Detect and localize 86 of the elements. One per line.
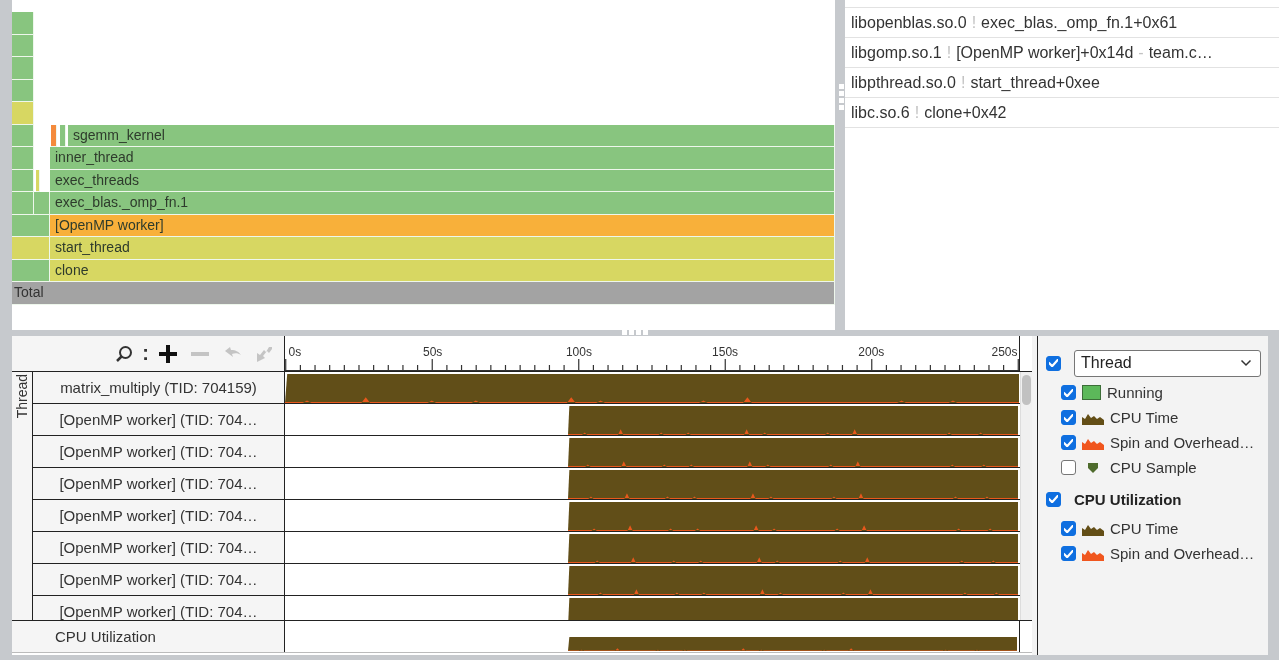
thread-name[interactable]: [OpenMP worker] (TID: 704… bbox=[59, 475, 258, 492]
function-name: clone+0x42 bbox=[924, 103, 1007, 122]
separator-mark: ! bbox=[946, 43, 952, 62]
flame-frame[interactable] bbox=[12, 12, 34, 35]
flame-frame[interactable] bbox=[12, 34, 34, 57]
flame-frame[interactable]: [OpenMP worker] bbox=[50, 214, 835, 237]
module-name: libpthread.so.0 bbox=[851, 73, 956, 92]
separator-mark: - bbox=[1138, 43, 1144, 62]
axis-label: 250s bbox=[991, 345, 1018, 359]
flame-frame[interactable]: sgemm_kernel bbox=[68, 124, 835, 147]
checkmark-icon bbox=[1064, 438, 1073, 447]
flame-frame[interactable] bbox=[36, 169, 40, 192]
flame-frame[interactable] bbox=[12, 192, 34, 215]
group-label: Thread bbox=[14, 373, 30, 421]
axis-label: 150s bbox=[712, 345, 739, 359]
legend-label: CPU Sample bbox=[1110, 459, 1197, 476]
flame-frame[interactable] bbox=[60, 124, 66, 147]
legend-heading: CPU Utilization bbox=[1074, 490, 1182, 508]
module-name: libopenblas.so.0 bbox=[851, 13, 967, 32]
checkbox[interactable] bbox=[1046, 491, 1061, 507]
zoom-in-icon[interactable] bbox=[158, 343, 178, 364]
checkbox[interactable] bbox=[1061, 435, 1076, 450]
flame-frame[interactable] bbox=[12, 79, 34, 102]
checkmark-icon bbox=[1049, 495, 1058, 503]
checkmark-icon bbox=[1049, 359, 1058, 367]
legend-label: Spin and Overhead… bbox=[1110, 434, 1255, 451]
checkbox[interactable] bbox=[1061, 546, 1076, 561]
legend-label: Running bbox=[1107, 384, 1163, 401]
flame-frame[interactable]: clone bbox=[50, 259, 835, 282]
legend-label: CPU Time bbox=[1110, 520, 1179, 537]
separator-mark: ! bbox=[971, 13, 977, 32]
checkmark-icon bbox=[1064, 524, 1073, 533]
flame-frame[interactable] bbox=[12, 57, 34, 80]
flame-frame[interactable] bbox=[12, 214, 50, 237]
checkbox[interactable] bbox=[1061, 521, 1076, 536]
search-icon[interactable] bbox=[115, 344, 134, 363]
function-name: [OpenMP worker]+0x14d bbox=[956, 43, 1134, 62]
thread-name[interactable]: [OpenMP worker] (TID: 704… bbox=[59, 571, 258, 588]
splitter-bar[interactable] bbox=[1032, 336, 1038, 655]
thread-name[interactable]: [OpenMP worker] (TID: 704… bbox=[59, 507, 258, 524]
flame-frame[interactable]: start_thread bbox=[50, 237, 835, 260]
separator-mark: ! bbox=[914, 103, 920, 122]
function-name: start_thread+0xee bbox=[970, 73, 1100, 92]
checkbox[interactable] bbox=[1061, 385, 1076, 400]
thread-name[interactable]: [OpenMP worker] (TID: 704… bbox=[59, 443, 258, 460]
checkbox[interactable] bbox=[1061, 460, 1076, 475]
flame-frame[interactable] bbox=[12, 147, 34, 170]
scrollbar-thumb[interactable] bbox=[1022, 375, 1031, 405]
checkmark-icon bbox=[1064, 413, 1073, 422]
checkbox[interactable] bbox=[1046, 355, 1061, 371]
checkmark-icon bbox=[1064, 388, 1073, 397]
flame-frame[interactable] bbox=[12, 102, 34, 125]
caret-icon bbox=[1240, 359, 1252, 367]
zoom-separator: : bbox=[142, 342, 149, 365]
flame-frame[interactable] bbox=[12, 237, 50, 260]
flame-frame[interactable] bbox=[12, 259, 50, 282]
module-name: libgomp.so.1 bbox=[851, 43, 942, 62]
axis-label: 50s bbox=[423, 345, 443, 359]
dropdown[interactable]: Thread bbox=[1074, 349, 1261, 377]
flame-frame[interactable] bbox=[34, 192, 50, 215]
thread-name[interactable]: [OpenMP worker] (TID: 704… bbox=[59, 411, 258, 428]
source-file: team.c… bbox=[1148, 43, 1213, 62]
axis-label: 100s bbox=[565, 345, 592, 359]
separator-mark: ! bbox=[960, 73, 966, 92]
thread-name[interactable]: matrix_multiply (TID: 704159) bbox=[60, 379, 257, 396]
flame-frame[interactable]: inner_thread bbox=[50, 147, 835, 170]
checkmark-icon bbox=[1064, 549, 1073, 558]
flame-frame[interactable] bbox=[12, 124, 34, 147]
axis-label: 0s bbox=[288, 345, 302, 359]
thread-name[interactable]: [OpenMP worker] (TID: 704… bbox=[59, 539, 258, 556]
flame-frame[interactable] bbox=[12, 169, 34, 192]
checkbox[interactable] bbox=[1061, 410, 1076, 425]
axis-label: 200s bbox=[858, 345, 885, 359]
flame-frame[interactable]: Total bbox=[12, 282, 835, 305]
flame-frame[interactable]: exec_blas._omp_fn.1 bbox=[50, 192, 835, 215]
function-name: exec_blas._omp_fn.1+0x61 bbox=[981, 13, 1178, 32]
legend-label: CPU Time bbox=[1110, 409, 1179, 426]
row-label: CPU Utilization bbox=[55, 628, 156, 645]
scrollbar[interactable] bbox=[1020, 372, 1032, 620]
splitter-grip[interactable] bbox=[839, 84, 845, 112]
legend-label: Spin and Overhead… bbox=[1110, 545, 1255, 562]
thread-name[interactable]: [OpenMP worker] (TID: 704… bbox=[59, 603, 258, 620]
module-name: libc.so.6 bbox=[851, 103, 910, 122]
splitter-grip[interactable] bbox=[622, 330, 650, 336]
flame-frame[interactable] bbox=[51, 124, 57, 147]
flame-frame[interactable]: exec_threads bbox=[50, 169, 835, 192]
